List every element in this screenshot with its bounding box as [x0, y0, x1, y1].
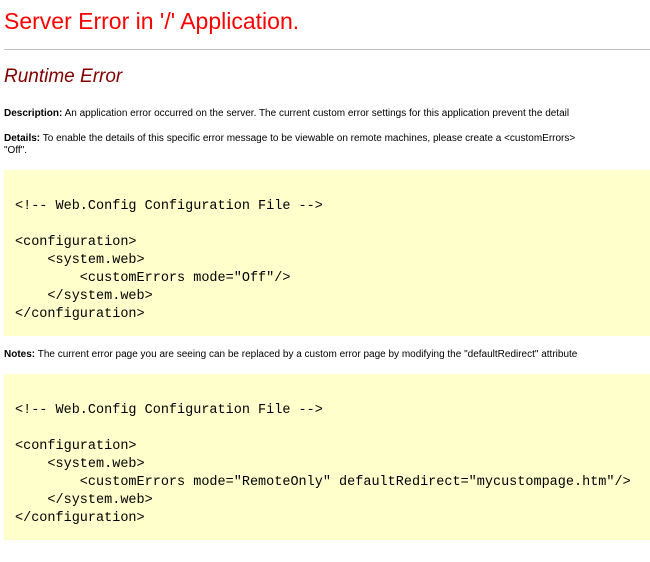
code-line: <configuration>: [15, 439, 137, 454]
config-code-block-2: <!-- Web.Config Configuration File --> <…: [4, 374, 650, 540]
details-text: To enable the details of this specific e…: [42, 133, 576, 144]
notes-text: The current error page you are seeing ca…: [37, 349, 578, 360]
code-line: </configuration>: [15, 511, 145, 526]
description-paragraph: Description: An application error occurr…: [4, 108, 569, 120]
details-text-line2: "Off".: [4, 145, 28, 156]
code-line: <!-- Web.Config Configuration File -->: [15, 403, 323, 418]
code-line: <!-- Web.Config Configuration File -->: [15, 199, 323, 214]
code-line: </system.web>: [15, 289, 153, 304]
error-title: Runtime Error: [4, 66, 123, 87]
divider: [4, 49, 650, 50]
code-line: </system.web>: [15, 493, 153, 508]
code-line: <customErrors mode="RemoteOnly" defaultR…: [15, 475, 631, 490]
code-line: <system.web>: [15, 457, 145, 472]
details-paragraph: Details: To enable the details of this s…: [4, 133, 575, 157]
error-page: Server Error in '/' Application. Runtime…: [0, 0, 650, 562]
description-text: An application error occurred on the ser…: [64, 108, 570, 119]
code-line: <customErrors mode="Off"/>: [15, 271, 291, 286]
code-line: <configuration>: [15, 235, 137, 250]
notes-label: Notes:: [4, 349, 36, 360]
code-line: </configuration>: [15, 307, 145, 322]
page-title: Server Error in '/' Application.: [4, 8, 300, 34]
config-code-block-1: <!-- Web.Config Configuration File --> <…: [4, 170, 650, 336]
description-label: Description:: [4, 108, 63, 119]
notes-paragraph: Notes: The current error page you are se…: [4, 349, 577, 361]
details-label: Details:: [4, 133, 41, 144]
code-line: <system.web>: [15, 253, 145, 268]
